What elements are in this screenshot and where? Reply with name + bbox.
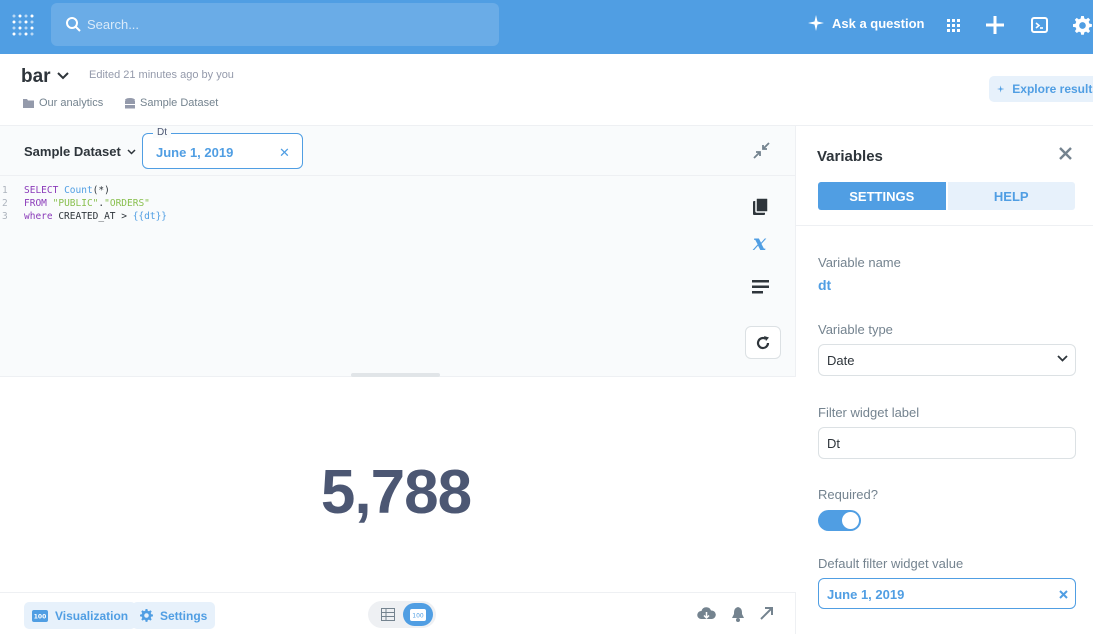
- line-number: 2: [2, 198, 8, 209]
- ask-question-label: Ask a question: [832, 15, 925, 31]
- svg-text:100: 100: [412, 612, 424, 619]
- dt-filter-widget[interactable]: Dt June 1, 2019 ✕: [142, 127, 303, 169]
- question-header: bar Edited 21 minutes ago by you Our ana…: [0, 54, 1093, 126]
- variable-type-label: Variable type: [818, 322, 893, 337]
- sql-keyword: FROM: [24, 198, 47, 209]
- variables-sidebar: Variables SETTINGS HELP Variable name dt…: [796, 126, 1093, 634]
- sql-keyword: where: [24, 211, 53, 222]
- edited-info[interactable]: Edited 21 minutes ago by you: [89, 69, 234, 81]
- sql-text: CREATED_AT >: [52, 211, 133, 222]
- chevron-down-icon: [127, 148, 136, 155]
- default-value: June 1, 2019: [827, 587, 905, 602]
- code-line-1: SELECT Count(*): [24, 184, 110, 197]
- chevron-down-icon[interactable]: [57, 72, 69, 80]
- folder-icon: [23, 98, 34, 108]
- filter-widget-label-label: Filter widget label: [818, 405, 920, 420]
- variable-type-value: Date: [827, 353, 855, 368]
- line-number: 3: [2, 211, 8, 222]
- filter-widget-label-value: Dt: [827, 436, 840, 451]
- close-icon[interactable]: [1059, 147, 1072, 160]
- grid-icon[interactable]: [942, 14, 964, 36]
- sql-function: Count: [64, 185, 93, 196]
- view-toggle[interactable]: 100: [368, 601, 436, 628]
- collection-breadcrumb[interactable]: Our analytics: [23, 97, 103, 109]
- line-number: 1: [2, 185, 8, 196]
- question-title[interactable]: bar: [21, 66, 51, 88]
- gear-icon: [140, 609, 153, 622]
- svg-text:100: 100: [34, 613, 47, 620]
- native-query-editor: Sample Dataset Dt June 1, 2019 ✕ 1 2 3 S…: [0, 126, 796, 377]
- settings-label: Settings: [160, 608, 208, 623]
- filter-value: June 1, 2019: [156, 145, 234, 160]
- clear-filter-icon[interactable]: ✕: [279, 145, 290, 161]
- top-navigation-bar: Search... Ask a question: [0, 0, 1093, 54]
- default-value-label: Default filter widget value: [818, 556, 964, 571]
- sql-keyword: SELECT: [24, 185, 59, 196]
- visualization-button[interactable]: 100 Visualization: [24, 602, 137, 629]
- database-picker[interactable]: Sample Dataset: [24, 144, 136, 159]
- settings-button[interactable]: Settings: [132, 602, 216, 629]
- number-viz-icon: 100: [410, 608, 426, 621]
- code-line-2: FROM "PUBLIC"."ORDERS": [24, 197, 150, 210]
- collection-name: Our analytics: [39, 97, 104, 109]
- download-icon[interactable]: [697, 607, 716, 622]
- variables-icon[interactable]: x: [753, 232, 766, 254]
- filter-label: Dt: [153, 127, 171, 138]
- clear-default-icon[interactable]: [1059, 590, 1068, 599]
- view-footer: 100 Visualization Settings 100: [0, 592, 796, 634]
- required-label: Required?: [818, 487, 878, 502]
- visualization-label: Visualization: [55, 608, 129, 623]
- toggle-knob: [842, 512, 859, 529]
- sparkle-icon: [997, 85, 1005, 93]
- explore-results-button[interactable]: Explore results: [989, 76, 1093, 102]
- divider: [796, 225, 1093, 226]
- refresh-icon: [756, 335, 770, 349]
- number-view-toggle[interactable]: 100: [403, 603, 433, 626]
- collapse-editor-icon[interactable]: [753, 142, 770, 159]
- data-reference-icon[interactable]: [752, 198, 769, 215]
- alert-bell-icon[interactable]: [731, 607, 745, 622]
- tab-help[interactable]: HELP: [945, 182, 1075, 210]
- ask-question-button[interactable]: Ask a question: [808, 15, 924, 31]
- snippets-icon[interactable]: [752, 280, 769, 294]
- default-value-widget[interactable]: June 1, 2019: [818, 578, 1076, 609]
- sql-string: "ORDERS": [104, 198, 150, 209]
- result-area: 5,788: [0, 377, 796, 592]
- dataset-breadcrumb[interactable]: Sample Dataset: [125, 97, 218, 109]
- variable-name-label: Variable name: [818, 255, 901, 270]
- gear-icon[interactable]: [1071, 14, 1093, 36]
- filter-widget-label-input[interactable]: Dt: [818, 427, 1076, 459]
- database-icon: [125, 97, 135, 108]
- plus-icon[interactable]: [984, 14, 1006, 36]
- sidebar-title: Variables: [817, 148, 883, 165]
- variable-name-value: dt: [818, 277, 832, 293]
- sql-variable: {{dt}}: [132, 211, 168, 222]
- search-placeholder: Search...: [87, 17, 140, 32]
- terminal-icon[interactable]: [1028, 14, 1050, 36]
- search-icon: [66, 17, 81, 32]
- scalar-value[interactable]: 5,788: [0, 457, 792, 528]
- editor-toolbar: Sample Dataset Dt June 1, 2019 ✕: [0, 126, 796, 176]
- explore-results-label: Explore results: [1012, 82, 1093, 96]
- run-query-button[interactable]: [745, 326, 781, 359]
- variable-type-select[interactable]: Date: [818, 344, 1076, 376]
- metabase-logo-icon[interactable]: [11, 14, 35, 38]
- chevron-down-icon: [1057, 355, 1068, 362]
- search-input[interactable]: Search...: [51, 3, 499, 46]
- sidebar-tabs: SETTINGS HELP: [818, 182, 1075, 210]
- table-icon[interactable]: [381, 608, 395, 621]
- required-toggle[interactable]: [818, 510, 861, 531]
- share-arrow-icon[interactable]: [759, 606, 774, 621]
- database-picker-label: Sample Dataset: [24, 144, 121, 159]
- sparkle-icon: [808, 15, 824, 31]
- tab-settings[interactable]: SETTINGS: [818, 182, 946, 210]
- sql-text: (*): [92, 185, 110, 196]
- number-viz-icon: 100: [32, 609, 48, 622]
- dataset-name: Sample Dataset: [140, 97, 219, 109]
- sql-string: "PUBLIC": [52, 198, 99, 209]
- code-line-3: where CREATED_AT > {{dt}}: [24, 210, 167, 223]
